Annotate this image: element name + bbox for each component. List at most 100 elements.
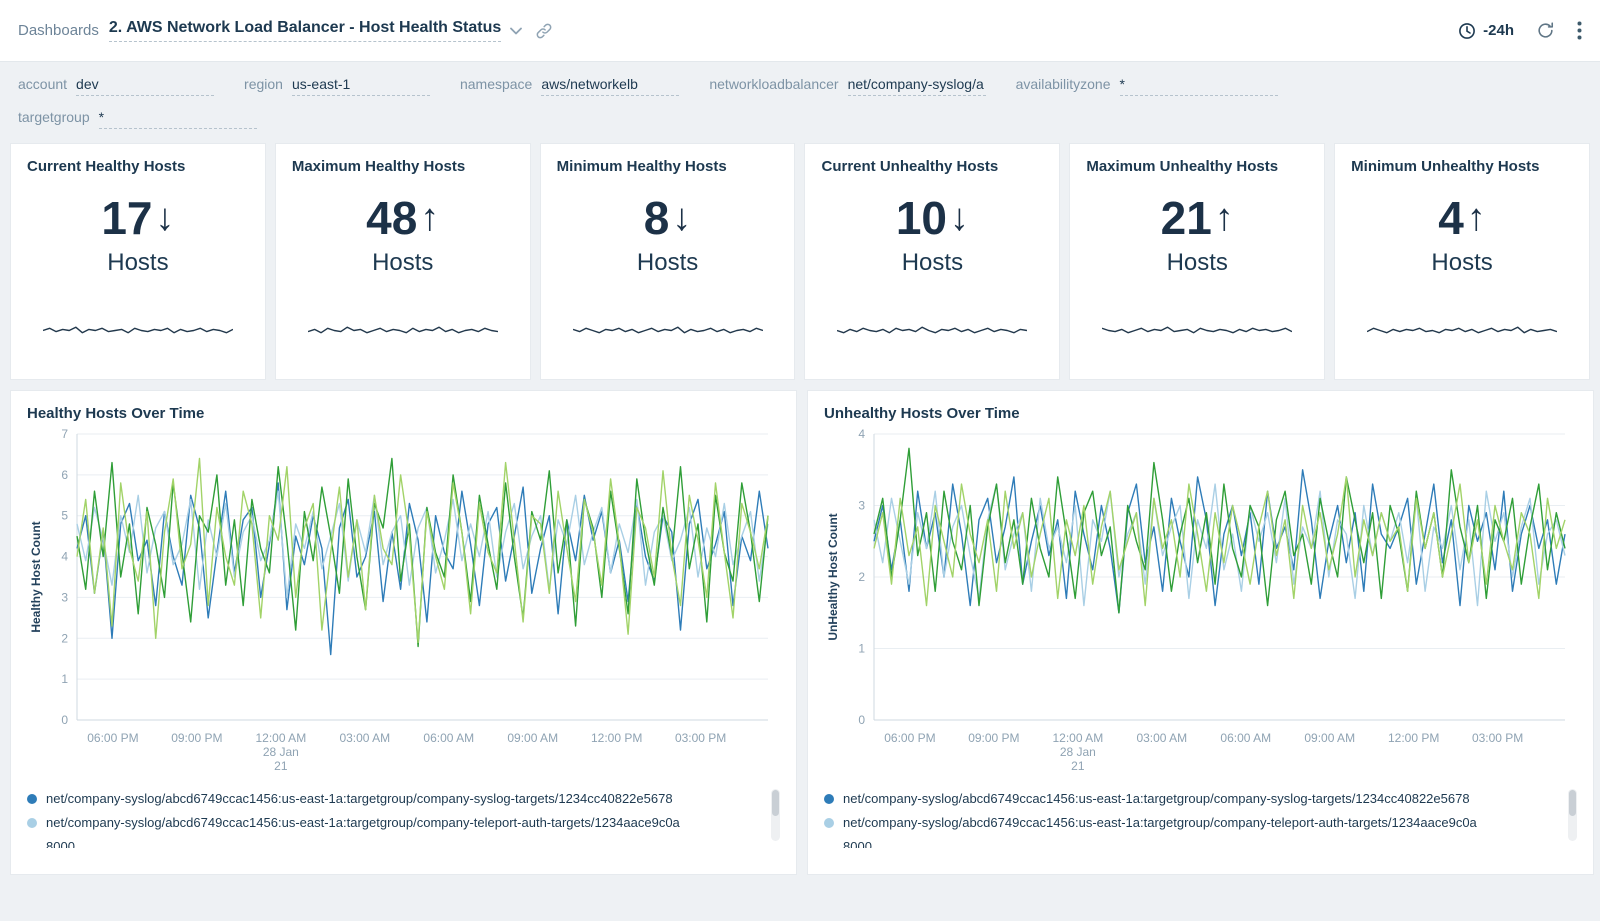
legend-label: net/company-syslog/abcd6749ccac1456:us-e… [843, 787, 1470, 811]
link-icon[interactable] [535, 22, 553, 40]
stat-center: 10↓Hosts [821, 195, 1043, 277]
svg-text:3: 3 [61, 590, 68, 604]
filter-label: networkloadbalancer [709, 76, 838, 92]
svg-text:03:00 PM: 03:00 PM [675, 731, 726, 745]
svg-text:28 Jan: 28 Jan [263, 745, 299, 759]
sparkline [1102, 322, 1292, 343]
stat-unit: Hosts [637, 249, 698, 277]
legend-dot [824, 818, 834, 828]
trend-down-arrow-icon: ↓ [156, 199, 175, 237]
refresh-icon[interactable] [1536, 21, 1555, 40]
stat-panel-maximum-unhealthy-hosts: Maximum Unhealthy Hosts 21↑ Hosts [1069, 143, 1325, 380]
trend-up-arrow-icon: ↑ [1215, 199, 1234, 237]
svg-text:21: 21 [274, 759, 288, 773]
stat-number: 17 [101, 195, 152, 241]
trend-up-arrow-icon: ↑ [420, 199, 439, 237]
stat-unit: Hosts [1431, 249, 1492, 277]
scrollbar-thumb[interactable] [1569, 790, 1576, 816]
legend-item[interactable]: net/company-syslog/abcd6749ccac1456:us-e… [824, 787, 1559, 811]
svg-text:4: 4 [61, 550, 68, 564]
stat-panels-row: Current Healthy Hosts17↓HostsMaximum Hea… [10, 143, 1590, 380]
timeseries-chart: 0123406:00 PM09:00 PM12:00 AM28 Jan2103:… [824, 426, 1577, 776]
stat-value: 48↑ [366, 195, 439, 241]
legend-label: net/company-syslog/abcd6749ccac1456:us-e… [46, 811, 686, 848]
svg-text:0: 0 [61, 713, 68, 727]
legend-scrollbar[interactable] [771, 789, 780, 841]
filter-value-namespace[interactable]: aws/networkelb [541, 76, 679, 96]
filter-namespace: namespaceaws/networkelb [460, 76, 679, 96]
filter-value-targetgroup[interactable]: * [99, 109, 257, 129]
stat-center: 48↑Hosts [292, 195, 514, 277]
filter-label: targetgroup [18, 109, 90, 125]
dashboard-content: Current Healthy Hosts17↓HostsMaximum Hea… [0, 143, 1600, 885]
svg-text:7: 7 [61, 427, 68, 441]
svg-text:06:00 AM: 06:00 AM [423, 731, 474, 745]
trend-down-arrow-icon: ↓ [950, 199, 969, 237]
stat-title: Maximum Healthy Hosts [292, 158, 514, 175]
svg-text:28 Jan: 28 Jan [1060, 745, 1096, 759]
filter-label: account [18, 76, 67, 92]
svg-text:12:00 AM: 12:00 AM [255, 731, 306, 745]
sparkline [837, 322, 1027, 343]
time-range-selector[interactable]: -24h [1458, 22, 1514, 40]
filter-networkloadbalancer: networkloadbalancer net/company-syslog/a [709, 76, 985, 96]
svg-text:03:00 PM: 03:00 PM [1472, 731, 1523, 745]
stat-number: 21 [1161, 195, 1212, 241]
svg-text:12:00 PM: 12:00 PM [1388, 731, 1439, 745]
chart-legend: net/company-syslog/abcd6749ccac1456:us-e… [824, 787, 1577, 848]
svg-text:2: 2 [858, 570, 865, 584]
trend-down-arrow-icon: ↓ [672, 199, 691, 237]
svg-text:5: 5 [61, 509, 68, 523]
kebab-menu-icon[interactable] [1577, 21, 1582, 40]
legend-dot [824, 794, 834, 804]
chart-title: Unhealthy Hosts Over Time [824, 405, 1577, 422]
chart-title: Healthy Hosts Over Time [27, 405, 780, 422]
svg-text:1: 1 [858, 642, 865, 656]
dashboard-title-dropdown[interactable]: 2. AWS Network Load Balancer - Host Heal… [109, 19, 553, 42]
stat-unit: Hosts [1167, 249, 1228, 277]
time-range-label: -24h [1483, 22, 1514, 39]
breadcrumb[interactable]: Dashboards [18, 22, 99, 39]
filter-value-networkloadbalancer[interactable]: net/company-syslog/a [848, 76, 986, 96]
svg-text:3: 3 [858, 499, 865, 513]
svg-text:1: 1 [61, 672, 68, 686]
filter-value-region[interactable]: us-east-1 [292, 76, 430, 96]
stat-panel-maximum-healthy-hosts: Maximum Healthy Hosts 48↑Hosts [275, 143, 531, 380]
top-bar-controls: -24h [1458, 21, 1582, 40]
page-title[interactable]: 2. AWS Network Load Balancer - Host Heal… [109, 19, 501, 42]
clock-icon [1458, 22, 1476, 40]
stat-title: Current Healthy Hosts [27, 158, 249, 175]
sparkline [43, 322, 233, 343]
svg-text:09:00 AM: 09:00 AM [1304, 731, 1355, 745]
legend-item[interactable]: net/company-syslog/abcd6749ccac1456:us-e… [27, 811, 762, 848]
stat-value: 10↓ [896, 195, 969, 241]
timeseries-chart: 0123456706:00 PM09:00 PM12:00 AM28 Jan21… [27, 426, 780, 776]
legend-dot [27, 794, 37, 804]
chart-legend: net/company-syslog/abcd6749ccac1456:us-e… [27, 787, 780, 848]
stat-value: 8↓ [644, 195, 692, 241]
stat-title: Minimum Unhealthy Hosts [1351, 158, 1573, 175]
svg-text:06:00 PM: 06:00 PM [884, 731, 935, 745]
stat-center: 21↑ Hosts [1086, 195, 1308, 277]
svg-text:12:00 AM: 12:00 AM [1052, 731, 1103, 745]
svg-text:2: 2 [61, 631, 68, 645]
svg-text:03:00 AM: 03:00 AM [339, 731, 390, 745]
scrollbar-thumb[interactable] [772, 790, 779, 816]
filter-account: account dev [18, 76, 214, 96]
sparkline [573, 322, 763, 343]
stat-center: 4↑ Hosts [1351, 195, 1573, 277]
legend-item[interactable]: net/company-syslog/abcd6749ccac1456:us-e… [824, 811, 1559, 848]
stat-number: 8 [644, 195, 670, 241]
chevron-down-icon[interactable] [510, 27, 522, 35]
filter-label: region [244, 76, 283, 92]
stat-title: Maximum Unhealthy Hosts [1086, 158, 1308, 175]
filter-value-account[interactable]: dev [76, 76, 214, 96]
filter-row-2: targetgroup * [18, 109, 1582, 129]
stat-number: 4 [1438, 195, 1464, 241]
legend-scrollbar[interactable] [1568, 789, 1577, 841]
legend-item[interactable]: net/company-syslog/abcd6749ccac1456:us-e… [27, 787, 762, 811]
svg-text:Healthy Host Count: Healthy Host Count [29, 521, 43, 632]
filter-value-availabilityzone[interactable]: * [1120, 76, 1278, 96]
trend-up-arrow-icon: ↑ [1467, 199, 1486, 237]
stat-title: Current Unhealthy Hosts [821, 158, 1043, 175]
